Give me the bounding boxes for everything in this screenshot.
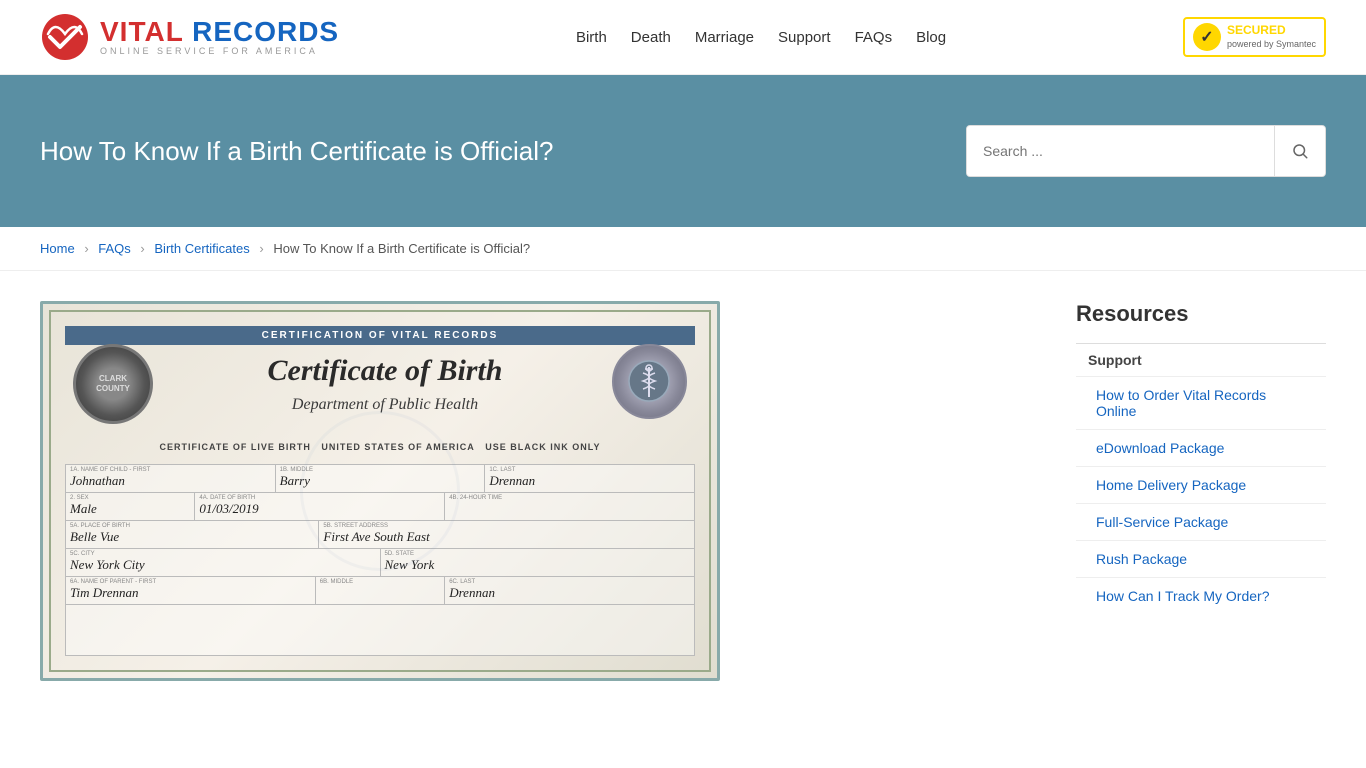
cert-cell-sex: 2. SEX Male (66, 493, 195, 520)
logo-area: VITAL RECORDS ONLINE SERVICE FOR AMERICA (40, 12, 339, 62)
main-content: CERTIFICATION OF VITAL RECORDS CLARKCOUN… (0, 271, 1366, 711)
seal-left-text: CLARKCOUNTY (96, 374, 130, 393)
logo-title: VITAL RECORDS (100, 18, 339, 46)
breadcrumb-sep-1: › (84, 241, 88, 256)
sidebar-item-rush[interactable]: Rush Package (1076, 540, 1326, 577)
birth-certificate-image: CERTIFICATION OF VITAL RECORDS CLARKCOUN… (40, 301, 720, 681)
logo-tagline: ONLINE SERVICE FOR AMERICA (100, 46, 339, 56)
breadcrumb-faqs[interactable]: FAQs (98, 241, 131, 256)
cert-seal-right (612, 344, 687, 419)
cert-header-bar: CERTIFICATION OF VITAL RECORDS (65, 326, 695, 345)
logo-vital: VITAL (100, 16, 183, 47)
nav-support[interactable]: Support (778, 29, 831, 46)
sidebar: Resources Support How to Order Vital Rec… (1076, 301, 1326, 681)
cert-cell-firstname: 1A. NAME OF CHILD - FIRST Johnathan (66, 465, 276, 492)
article-area: CERTIFICATION OF VITAL RECORDS CLARKCOUN… (40, 301, 1036, 681)
breadcrumb: Home › FAQs › Birth Certificates › How T… (0, 227, 1366, 271)
logo-text: VITAL RECORDS ONLINE SERVICE FOR AMERICA (100, 18, 339, 56)
breadcrumb-current: How To Know If a Birth Certificate is Of… (273, 241, 530, 256)
caduceus-icon (627, 359, 672, 404)
norton-secured-label: SECURED (1227, 23, 1316, 39)
cert-form-row-5: 6A. NAME OF PARENT - FIRST Tim Drennan 6… (66, 577, 694, 605)
search-icon (1291, 142, 1309, 160)
page-title: How To Know If a Birth Certificate is Of… (40, 136, 553, 167)
search-box (966, 125, 1326, 177)
sidebar-item-edownload[interactable]: eDownload Package (1076, 429, 1326, 466)
search-input[interactable] (967, 126, 1274, 176)
cert-cell-place-birth: 5A. PLACE OF BIRTH Belle Vue (66, 521, 319, 548)
nav-blog[interactable]: Blog (916, 29, 946, 46)
cert-watermark (300, 411, 460, 571)
sidebar-section-support: Support (1076, 343, 1326, 376)
norton-powered: powered by Symantec (1227, 39, 1316, 51)
logo-icon (40, 12, 90, 62)
sidebar-item-full-service[interactable]: Full-Service Package (1076, 503, 1326, 540)
nav-faqs[interactable]: FAQs (855, 29, 893, 46)
norton-checkmark: ✓ (1193, 23, 1221, 51)
main-nav: Birth Death Marriage Support FAQs Blog (576, 29, 946, 46)
sidebar-item-how-to-order[interactable]: How to Order Vital Records Online (1076, 376, 1326, 429)
cert-cell-parent-first: 6A. NAME OF PARENT - FIRST Tim Drennan (66, 577, 316, 604)
breadcrumb-home[interactable]: Home (40, 241, 75, 256)
cert-main-title: Certificate of Birth (173, 354, 597, 388)
nav-birth[interactable]: Birth (576, 29, 607, 46)
logo-records: RECORDS (192, 16, 339, 47)
cert-cell-time: 4B. 24-HOUR TIME (445, 493, 694, 520)
search-button[interactable] (1274, 126, 1325, 176)
breadcrumb-sep-3: › (259, 241, 263, 256)
nav-marriage[interactable]: Marriage (695, 29, 754, 46)
nav-death[interactable]: Death (631, 29, 671, 46)
breadcrumb-birth-certs[interactable]: Birth Certificates (154, 241, 249, 256)
norton-text: SECURED powered by Symantec (1227, 23, 1316, 50)
cert-cell-lastname: 1C. LAST Drennan (485, 465, 694, 492)
cert-cell-parent-mid: 6B. MIDDLE (316, 577, 445, 604)
sidebar-item-home-delivery[interactable]: Home Delivery Package (1076, 466, 1326, 503)
sidebar-item-track-order[interactable]: How Can I Track My Order? (1076, 577, 1326, 614)
hero-section: How To Know If a Birth Certificate is Of… (0, 75, 1366, 227)
norton-badge: ✓ SECURED powered by Symantec (1183, 17, 1326, 57)
sidebar-title: Resources (1076, 301, 1326, 327)
cert-cell-parent-last: 6C. LAST Drennan (445, 577, 694, 604)
breadcrumb-sep-2: › (140, 241, 144, 256)
site-header: VITAL RECORDS ONLINE SERVICE FOR AMERICA… (0, 0, 1366, 75)
cert-seal-left: CLARKCOUNTY (73, 344, 153, 424)
